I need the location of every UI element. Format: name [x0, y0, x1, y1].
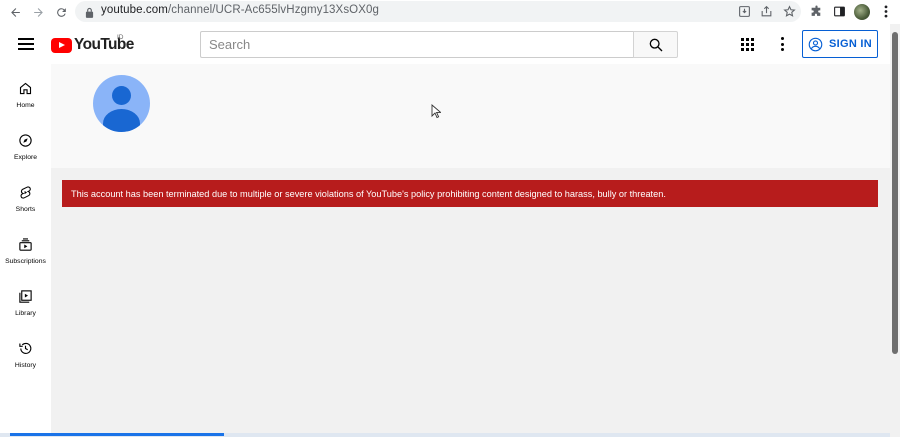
address-bar[interactable]: youtube.com/channel/UCR-Ac655lvHzgmy13Xs… — [75, 1, 801, 22]
guide-label-explore: Explore — [13, 154, 38, 161]
lock-icon — [85, 5, 94, 23]
masthead: YouTube ID SIGN IN — [0, 24, 890, 64]
profile-avatar[interactable] — [854, 4, 870, 20]
guide-label-shorts: Shorts — [15, 206, 36, 213]
guide-label-subscriptions: Subscriptions — [5, 258, 46, 265]
termination-alert: This account has been terminated due to … — [62, 180, 878, 207]
sign-in-label: SIGN IN — [828, 38, 873, 50]
channel-header — [51, 64, 890, 168]
page-scrollbar[interactable] — [890, 24, 900, 437]
scrollbar-thumb[interactable] — [892, 32, 898, 354]
youtube-play-icon — [51, 37, 72, 53]
guide-label-home: Home — [16, 102, 35, 109]
shorts-icon — [17, 183, 35, 201]
search-input[interactable] — [201, 32, 634, 57]
back-arrow-icon[interactable] — [6, 3, 24, 21]
home-icon — [17, 79, 35, 97]
guide-label-library: Library — [15, 310, 36, 317]
region-code: ID — [117, 34, 124, 41]
forward-arrow-icon[interactable] — [29, 3, 47, 21]
url-text: youtube.com/channel/UCR-Ac655lvHzgmy13Xs… — [101, 4, 379, 16]
install-app-icon[interactable] — [737, 4, 752, 19]
channel-content: This account has been terminated due to … — [51, 64, 890, 437]
reload-icon[interactable] — [52, 3, 70, 21]
guide-item-library[interactable]: Library — [0, 272, 51, 324]
library-icon — [17, 287, 35, 305]
mini-guide: Home Explore Shorts Subscriptions Librar… — [0, 64, 51, 437]
url-host: youtube.com — [101, 4, 168, 16]
history-icon — [17, 339, 35, 357]
url-path: /channel/UCR-Ac655lvHzgmy13XsOX0g — [167, 4, 379, 16]
share-icon[interactable] — [759, 4, 774, 19]
side-panel-icon[interactable] — [831, 3, 848, 20]
guide-menu-icon[interactable] — [16, 34, 36, 54]
subscriptions-icon — [17, 235, 35, 253]
mouse-cursor-icon — [431, 104, 442, 124]
bookmark-star-icon[interactable] — [782, 4, 797, 19]
page-loading-bar — [0, 433, 890, 437]
page-loading-fill — [10, 433, 224, 436]
guide-item-explore[interactable]: Explore — [0, 116, 51, 168]
account-circle-icon — [808, 37, 823, 52]
guide-item-subscriptions[interactable]: Subscriptions — [0, 220, 51, 272]
guide-label-history: History — [14, 362, 37, 369]
youtube-page: YouTube ID SIGN IN Home — [0, 24, 900, 437]
chrome-menu-icon[interactable] — [877, 3, 894, 20]
guide-item-home[interactable]: Home — [0, 64, 51, 116]
channel-avatar — [93, 75, 150, 132]
guide-item-history[interactable]: History — [0, 324, 51, 376]
search-button[interactable] — [633, 31, 678, 58]
search-icon — [649, 38, 662, 51]
search-box — [200, 31, 634, 58]
apps-grid-icon[interactable] — [741, 38, 754, 51]
compass-icon — [17, 131, 35, 149]
extensions-puzzle-icon[interactable] — [808, 3, 825, 20]
sign-in-button[interactable]: SIGN IN — [802, 30, 878, 58]
settings-more-icon[interactable] — [779, 37, 785, 51]
logo-text: YouTube — [74, 36, 134, 53]
guide-item-shorts[interactable]: Shorts — [0, 168, 51, 220]
browser-toolbar: youtube.com/channel/UCR-Ac655lvHzgmy13Xs… — [0, 0, 900, 24]
